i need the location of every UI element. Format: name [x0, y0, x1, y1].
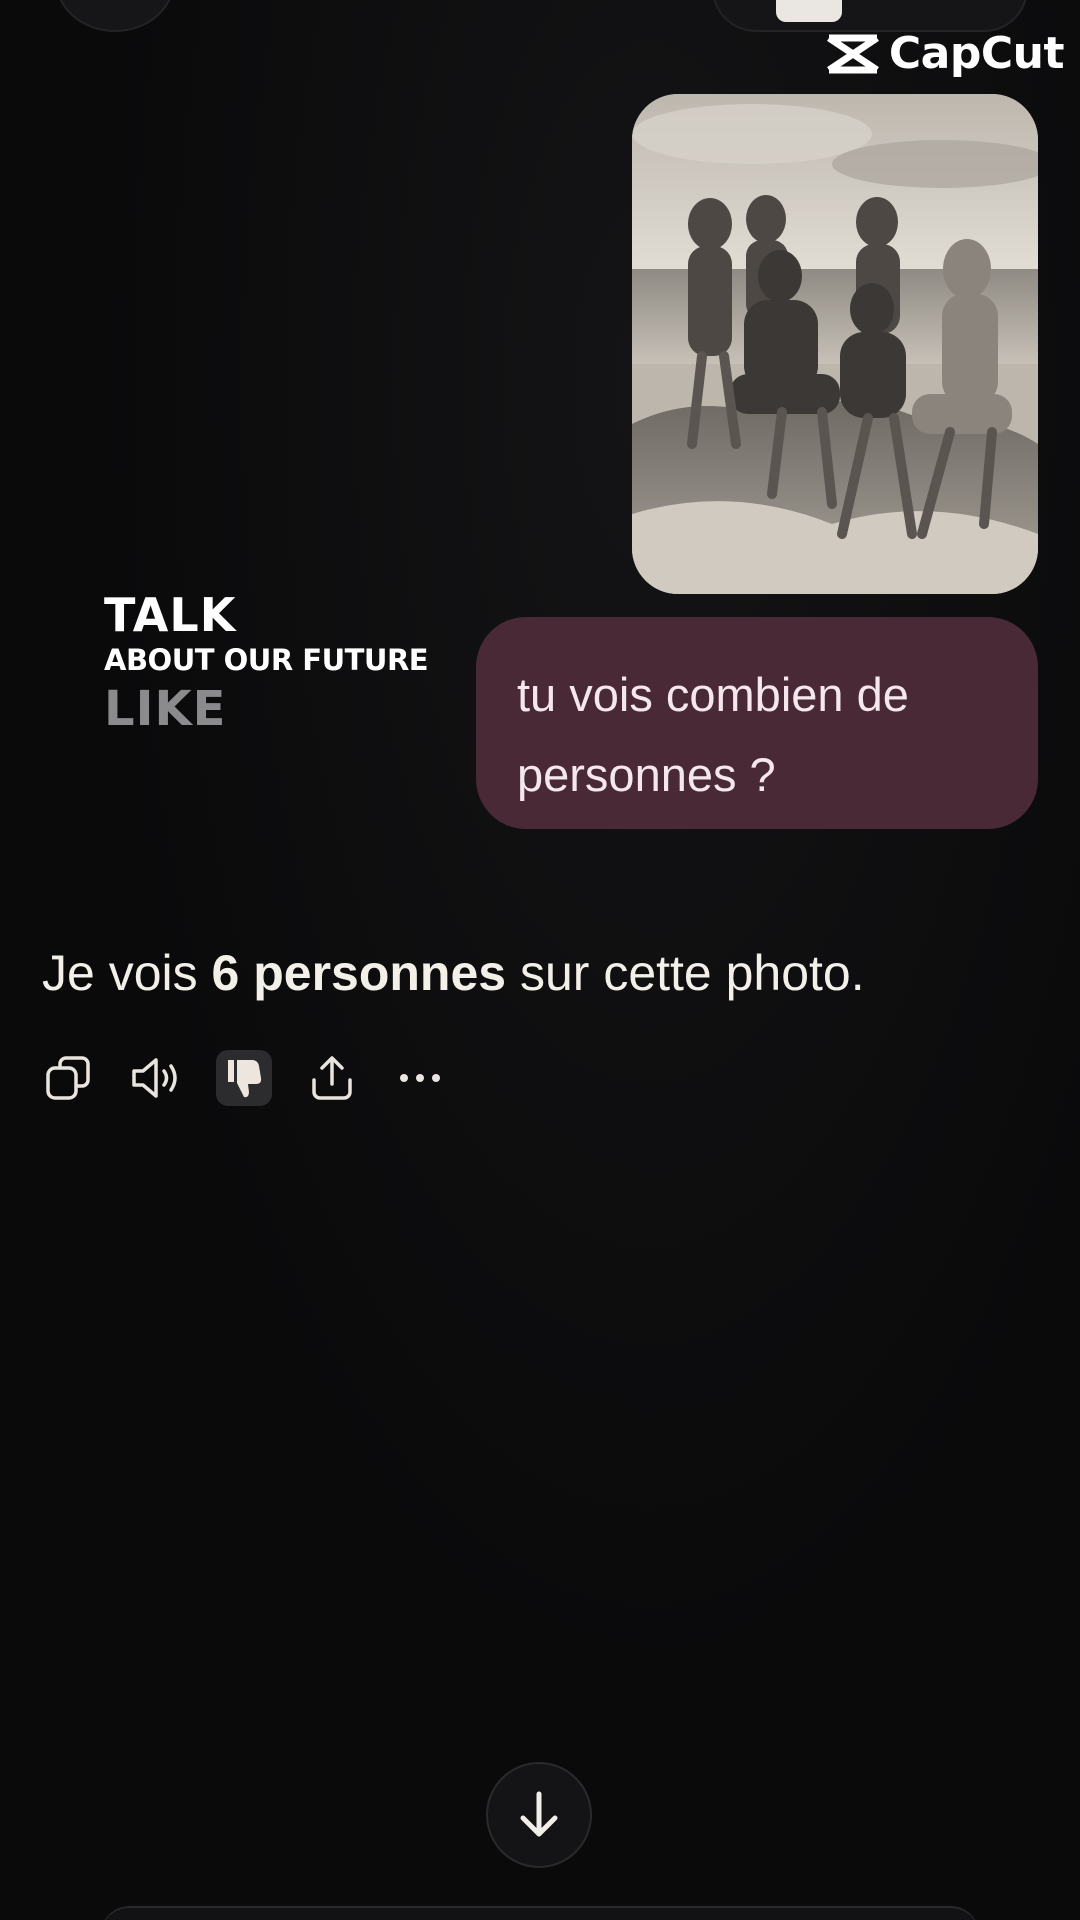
group-beach-photo	[632, 94, 1038, 594]
message-composer[interactable]	[100, 1906, 980, 1920]
assistant-message: Je vois 6 personnes sur cette photo.	[42, 944, 865, 1002]
share-button[interactable]	[304, 1050, 360, 1106]
top-left-button[interactable]	[55, 0, 175, 32]
share-icon	[312, 1056, 352, 1100]
overlay-line-2: ABOUT OUR FUTURE	[104, 643, 429, 677]
thumbs-down-button[interactable]	[216, 1050, 272, 1106]
scroll-to-bottom-button[interactable]	[486, 1762, 592, 1868]
copy-icon	[46, 1056, 90, 1100]
chat-screen: CapCut TALK ABOUT OUR FUTURE LIKE tu voi…	[0, 0, 1080, 1920]
attached-photo[interactable]	[632, 94, 1038, 594]
copy-button[interactable]	[40, 1050, 96, 1106]
thumbs-down-icon	[228, 1060, 262, 1098]
arrow-down-icon	[520, 1791, 558, 1837]
overlay-line-1: TALK	[104, 588, 237, 642]
more-icon	[400, 1074, 440, 1082]
read-aloud-button[interactable]	[128, 1050, 184, 1106]
capcut-watermark: CapCut	[825, 28, 1065, 79]
video-text-overlay: TALK ABOUT OUR FUTURE LIKE	[104, 588, 429, 737]
speaker-icon	[132, 1058, 177, 1098]
capcut-logo-icon	[826, 34, 879, 73]
model-chip	[776, 0, 842, 22]
user-message-text: tu vois combien de personnes ?	[517, 668, 909, 801]
user-message-bubble[interactable]: tu vois combien de personnes ?	[476, 617, 1038, 829]
answer-suffix: sur cette photo.	[506, 945, 865, 1001]
answer-bold: 6 personnes	[211, 945, 507, 1001]
watermark-brand: CapCut	[888, 28, 1065, 79]
more-button[interactable]	[392, 1050, 448, 1106]
message-actions	[40, 1050, 448, 1106]
answer-prefix: Je vois	[42, 945, 212, 1001]
overlay-line-3: LIKE	[104, 681, 227, 737]
